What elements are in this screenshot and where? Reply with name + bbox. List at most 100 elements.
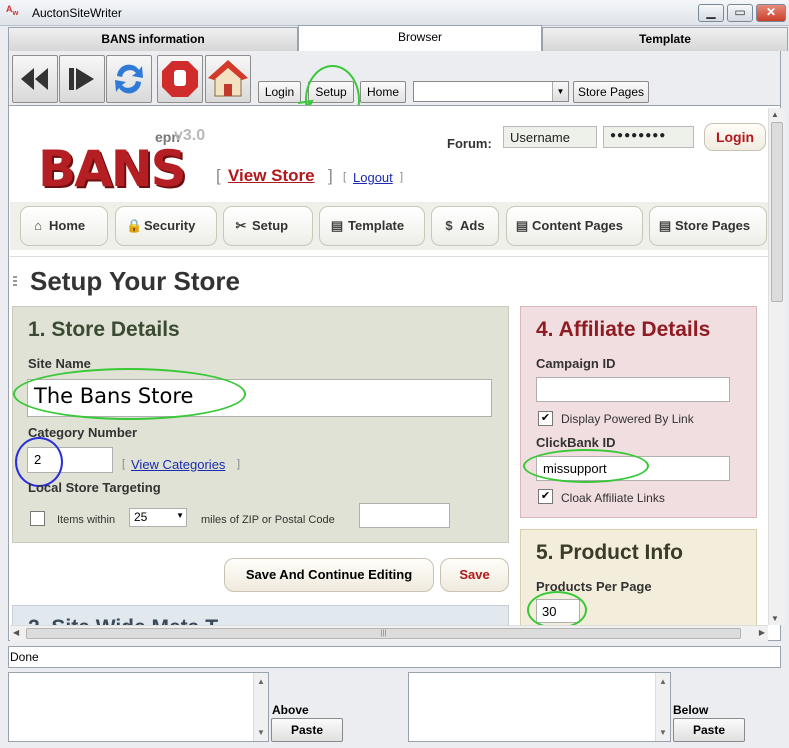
- tab-bans-information[interactable]: BANS information: [8, 27, 298, 51]
- nav-template[interactable]: ▤ Template: [319, 206, 425, 246]
- logout-bracket-open: [: [343, 171, 347, 183]
- scroll-thumb[interactable]: [771, 122, 783, 302]
- username-field[interactable]: Username: [503, 126, 597, 148]
- page-title: Setup Your Store: [30, 266, 240, 296]
- back-icon: [21, 68, 48, 90]
- view-store-bracket-open: [: [216, 166, 221, 185]
- nav-label: Content Pages: [532, 218, 624, 233]
- url-dropdown[interactable]: ▼: [413, 81, 569, 102]
- pane-scrollbar[interactable]: ▲ ▼: [253, 673, 268, 741]
- above-label: Above: [272, 703, 309, 717]
- stop-button[interactable]: [157, 55, 203, 103]
- nav-label: Template: [348, 218, 405, 233]
- chevron-down-icon: ▼: [552, 82, 568, 101]
- status-bar: [8, 646, 781, 668]
- chevron-down-icon: ▼: [176, 511, 184, 520]
- category-input[interactable]: 2: [27, 447, 113, 473]
- scroll-up-icon: ▲: [771, 110, 779, 119]
- refresh-icon: [115, 64, 143, 94]
- page-icon: ▤: [515, 218, 529, 233]
- bans-logo: BANS: [38, 140, 187, 198]
- view-store-link[interactable]: View Store: [228, 166, 315, 186]
- vertical-scrollbar[interactable]: ▲ ▼: [768, 108, 785, 625]
- clickbank-id-label: ClickBank ID: [536, 435, 616, 450]
- miles-of-zip-label: miles of ZIP or Postal Code: [201, 514, 335, 526]
- view-categories-bracket-close: ]: [237, 458, 241, 470]
- tools-icon: ✂: [235, 218, 247, 233]
- view-categories-link[interactable]: View Categories: [131, 457, 225, 472]
- minimize-button[interactable]: ▁: [698, 4, 724, 22]
- local-targeting-checkbox[interactable]: [30, 511, 45, 526]
- cloak-links-checkbox[interactable]: ✔: [538, 489, 553, 504]
- nav-label: Setup: [252, 218, 289, 233]
- paste-below-button[interactable]: Paste: [673, 718, 745, 742]
- nav-setup[interactable]: ✂ Setup: [223, 206, 313, 246]
- nav-security[interactable]: 🔒 Security: [115, 206, 217, 246]
- pane-scrollbar[interactable]: ▲ ▼: [655, 673, 670, 741]
- product-info-heading: 5. Product Info: [536, 541, 683, 564]
- zip-input[interactable]: [359, 503, 450, 528]
- save-button[interactable]: Save: [440, 558, 509, 592]
- logout-link[interactable]: Logout: [353, 170, 393, 185]
- site-name-input[interactable]: The Bans Store: [27, 379, 492, 417]
- miles-select[interactable]: 25 ▼: [129, 508, 187, 527]
- display-powered-checkbox[interactable]: ✔: [538, 411, 553, 426]
- tab-browser[interactable]: Browser: [298, 25, 542, 51]
- nav-label: Ads: [460, 218, 485, 233]
- home-icon: ⌂: [34, 218, 42, 233]
- app-icon: Aw: [6, 4, 19, 17]
- tab-template[interactable]: Template: [542, 27, 788, 51]
- scroll-right-icon: ▶: [758, 628, 765, 637]
- nav-label: Home: [49, 218, 86, 233]
- view-store-bracket-close: ]: [328, 166, 333, 185]
- dollar-icon: $: [445, 218, 453, 233]
- save-and-continue-button[interactable]: Save And Continue Editing: [224, 558, 434, 592]
- view-categories-bracket-open: [: [122, 458, 126, 470]
- logout-bracket-close: ]: [400, 171, 404, 183]
- products-per-page-input[interactable]: 30: [536, 599, 580, 623]
- miles-select-value: 25: [134, 510, 148, 524]
- above-text-pane[interactable]: ▲ ▼: [8, 672, 269, 742]
- logo-version: v3.0: [174, 127, 206, 144]
- local-targeting-label: Local Store Targeting: [28, 480, 161, 495]
- refresh-button[interactable]: [106, 55, 152, 103]
- affiliate-details-heading: 4. Affiliate Details: [536, 318, 711, 341]
- scroll-thumb[interactable]: |||: [26, 628, 741, 639]
- scroll-down-icon: ▼: [771, 614, 779, 623]
- paste-above-button[interactable]: Paste: [271, 718, 343, 742]
- display-powered-label: Display Powered By Link: [561, 412, 694, 426]
- template-icon: ▤: [330, 218, 344, 233]
- forum-label: Forum:: [447, 136, 492, 151]
- window-title: AuctonSiteWriter: [32, 6, 122, 20]
- below-label: Below: [673, 703, 709, 717]
- nav-home[interactable]: ⌂ Home: [20, 206, 108, 246]
- nav-label: Security: [144, 218, 196, 233]
- nav-content-pages[interactable]: ▤ Content Pages: [506, 206, 643, 246]
- divider: [10, 256, 768, 257]
- nav-label: Store Pages: [675, 218, 751, 233]
- nav-store-pages[interactable]: ▤ Store Pages: [649, 206, 767, 246]
- back-button[interactable]: [12, 55, 58, 103]
- lock-icon: 🔒: [126, 218, 143, 233]
- products-per-page-label: Products Per Page: [536, 579, 652, 594]
- category-label: Category Number: [28, 425, 138, 440]
- campaign-id-input[interactable]: [536, 377, 730, 402]
- drag-handle: [13, 276, 17, 288]
- close-button[interactable]: ✕: [756, 4, 786, 22]
- forward-button[interactable]: [59, 55, 105, 103]
- clickbank-id-input[interactable]: missupport: [536, 456, 730, 481]
- forward-icon: [69, 68, 94, 90]
- scroll-left-icon: ◀: [13, 628, 20, 637]
- nav-ads[interactable]: $ Ads: [431, 206, 499, 246]
- site-name-label: Site Name: [28, 356, 91, 371]
- campaign-id-label: Campaign ID: [536, 356, 616, 371]
- status-text: Done: [10, 650, 39, 664]
- password-field[interactable]: ●●●●●●●●: [603, 126, 694, 148]
- store-pages-button[interactable]: Store Pages: [573, 81, 649, 103]
- stop-hand-icon: [162, 61, 198, 97]
- site-login-button[interactable]: Login: [704, 123, 766, 151]
- horizontal-scrollbar[interactable]: ◀ ||| ▶: [10, 625, 768, 641]
- below-text-pane[interactable]: ▲ ▼: [408, 672, 671, 742]
- home-button[interactable]: Home: [360, 81, 406, 103]
- maximize-button[interactable]: ▭: [727, 4, 753, 22]
